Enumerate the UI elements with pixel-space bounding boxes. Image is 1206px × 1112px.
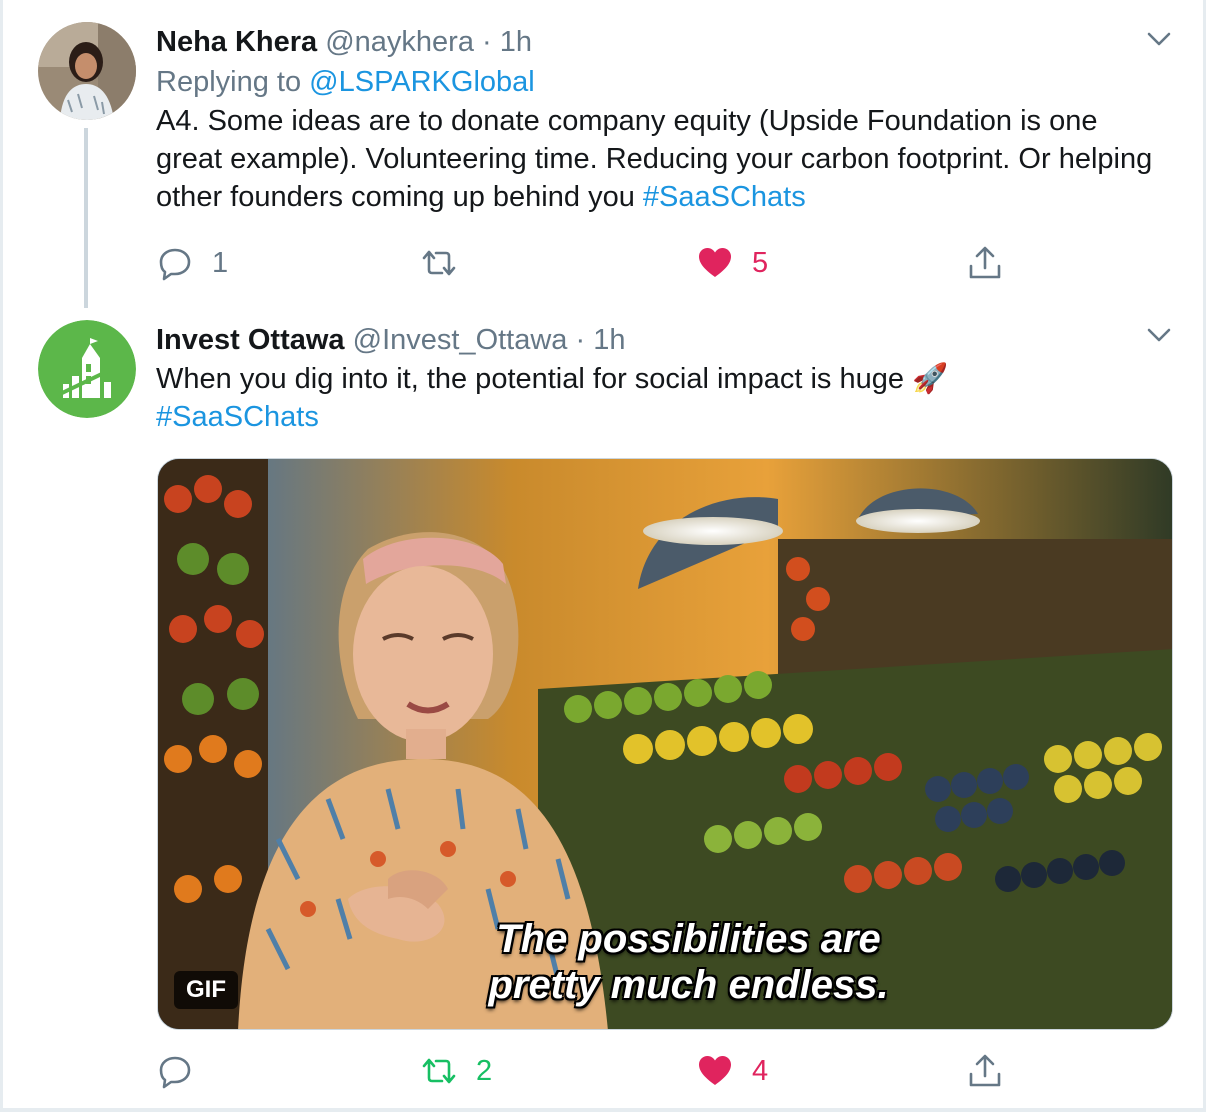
reply-icon <box>159 248 191 281</box>
like-button[interactable]: 5 <box>696 240 768 286</box>
tweet-time[interactable]: 1h <box>593 324 625 356</box>
gif-media[interactable]: The possibilities are pretty much endles… <box>157 458 1173 1030</box>
replying-prefix: Replying to <box>156 66 302 98</box>
separator-dot: · <box>482 26 492 58</box>
invest-ottawa-logo <box>38 320 136 418</box>
retweet-button[interactable] <box>420 240 476 286</box>
gif-caption-line-2: pretty much endless. <box>488 963 889 1007</box>
share-icon <box>969 1054 1001 1087</box>
author-handle[interactable]: @Invest_Ottawa <box>353 324 568 356</box>
thread-connector-line <box>84 128 88 308</box>
tweet-actions: 1 5 <box>156 240 1026 286</box>
chevron-down-icon[interactable] <box>1142 22 1176 56</box>
tweet-header: Neha Khera @naykhera · 1h <box>156 22 1166 62</box>
retweet-count: 2 <box>476 1054 493 1087</box>
like-count: 5 <box>752 246 769 279</box>
reply-icon <box>159 1056 191 1089</box>
tweet-neha-khera[interactable]: Neha Khera @naykhera · 1h Replying to @L… <box>0 0 1206 310</box>
rocket-emoji: 🚀 <box>912 363 949 395</box>
author-name[interactable]: Invest Ottawa <box>156 324 345 356</box>
avatar[interactable] <box>38 320 136 418</box>
frame-border-bottom <box>0 1108 1206 1112</box>
heart-icon <box>699 248 731 277</box>
tweet-text: A4. Some ideas are to donate company equ… <box>156 102 1166 216</box>
tweet-content: Invest Ottawa @Invest_Ottawa · 1h When y… <box>156 320 1166 436</box>
like-count: 4 <box>752 1054 769 1087</box>
author-handle[interactable]: @naykhera <box>325 26 474 58</box>
tweet-header: Invest Ottawa @Invest_Ottawa · 1h <box>156 320 1166 360</box>
hashtag-link[interactable]: #SaaSChats <box>156 401 319 433</box>
tweet-content: Neha Khera @naykhera · 1h Replying to @L… <box>156 22 1166 216</box>
gif-caption-line-1: The possibilities are <box>496 917 881 961</box>
avatar-photo <box>38 22 136 120</box>
share-button[interactable] <box>966 240 1004 286</box>
tweet-body: When you dig into it, the potential for … <box>156 363 904 395</box>
retweet-icon <box>422 250 456 276</box>
tweet-text: When you dig into it, the potential for … <box>156 360 1166 436</box>
reply-button[interactable] <box>156 1048 212 1094</box>
tweet-actions: 2 4 <box>156 1048 1026 1094</box>
avatar[interactable] <box>38 22 136 120</box>
tweet-time[interactable]: 1h <box>500 26 532 58</box>
heart-icon <box>699 1056 731 1085</box>
share-button[interactable] <box>966 1048 1004 1094</box>
tweet-invest-ottawa[interactable]: Invest Ottawa @Invest_Ottawa · 1h When y… <box>0 310 1206 1108</box>
like-button[interactable]: 4 <box>696 1048 768 1094</box>
share-icon <box>969 246 1001 279</box>
reply-button[interactable]: 1 <box>156 240 228 286</box>
replying-to-link[interactable]: @LSPARKGlobal <box>309 66 535 98</box>
separator-dot: · <box>575 324 586 356</box>
reply-count: 1 <box>212 246 229 279</box>
author-name[interactable]: Neha Khera <box>156 26 317 58</box>
retweet-button[interactable]: 2 <box>420 1048 492 1094</box>
retweet-icon <box>422 1058 456 1084</box>
replying-to: Replying to @LSPARKGlobal <box>156 62 1166 102</box>
chevron-down-icon[interactable] <box>1142 318 1176 352</box>
gif-badge: GIF <box>174 971 238 1009</box>
hashtag-link[interactable]: #SaaSChats <box>643 181 806 213</box>
